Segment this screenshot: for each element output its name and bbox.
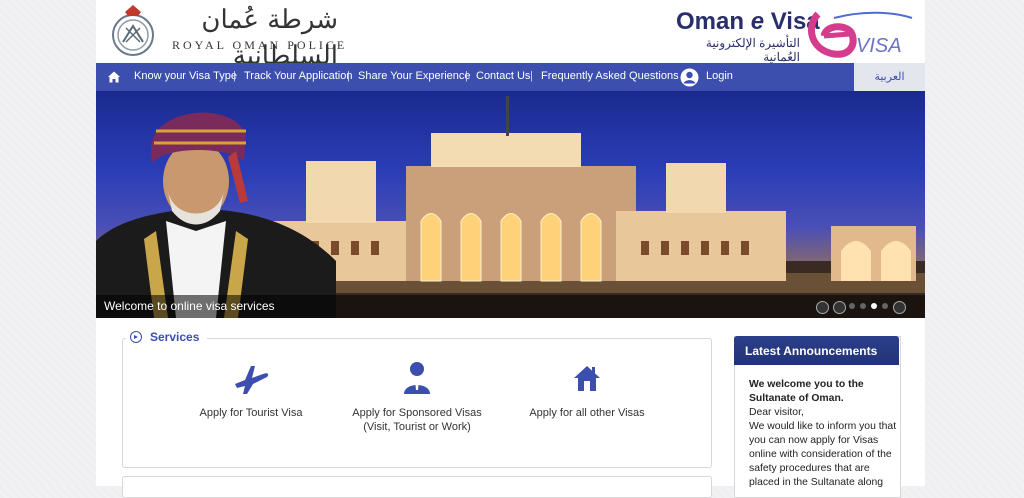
nav-separator: | xyxy=(347,70,350,82)
services-heading: Services xyxy=(126,328,208,346)
nav-item-faq[interactable]: Frequently Asked Questions xyxy=(541,70,679,82)
slide-dot-active[interactable] xyxy=(871,303,877,309)
airplane-icon xyxy=(235,366,269,394)
evisa-title-prefix: Oman xyxy=(676,8,751,35)
nav-item-share-experience[interactable]: Share Your Experience xyxy=(358,70,471,82)
announcement-greeting: Dear visitor, xyxy=(749,407,804,418)
secondary-panel xyxy=(122,476,712,498)
house-icon xyxy=(574,366,600,391)
evisa-logo-text: VISA xyxy=(856,35,902,57)
service-other-visas-label: Apply for all other Visas xyxy=(529,407,645,419)
site-header: شرطة عُمان السلطانية ROYAL OMAN POLICE O… xyxy=(96,0,925,71)
pause-button[interactable] xyxy=(816,301,829,314)
announcements-header: Latest Announcements xyxy=(734,336,899,365)
evisa-title-e: e xyxy=(750,8,765,35)
next-slide-button[interactable] xyxy=(893,301,906,314)
main-nav: Know your Visa Type | Track Your Applica… xyxy=(96,63,925,91)
banner-caption: Welcome to online visa services xyxy=(104,299,275,313)
rop-english-title: ROYAL OMAN POLICE xyxy=(172,38,348,52)
nav-separator: | xyxy=(530,70,533,82)
evisa-arabic-title: التأشيرة الإلكترونية العُمانية xyxy=(705,36,800,64)
service-sponsored-visa-label: Apply for Sponsored Visas xyxy=(352,407,482,419)
service-sponsored-visa[interactable]: Apply for Sponsored Visas (Visit, Touris… xyxy=(332,360,502,434)
language-switch-arabic[interactable]: العربية xyxy=(854,63,925,91)
home-icon[interactable] xyxy=(106,69,122,85)
slide-dot[interactable] xyxy=(849,303,855,309)
nav-item-track-application[interactable]: Track Your Application xyxy=(244,70,352,82)
nav-separator: | xyxy=(233,70,236,82)
announcements-title: Latest Announcements xyxy=(745,344,878,358)
slide-dot[interactable] xyxy=(882,303,888,309)
royal-oman-police-emblem xyxy=(112,5,154,56)
nav-separator: | xyxy=(465,70,468,82)
portrait-image xyxy=(96,112,336,318)
evisa-logo[interactable]: VISA xyxy=(804,6,916,60)
service-tourist-visa-label: Apply for Tourist Visa xyxy=(199,407,303,419)
page-container: شرطة عُمان السلطانية ROYAL OMAN POLICE O… xyxy=(96,0,925,498)
nav-item-visa-type[interactable]: Know your Visa Type xyxy=(134,70,237,82)
user-icon[interactable] xyxy=(680,68,699,87)
announcement-content: We welcome you to the Sultanate of Oman.… xyxy=(749,378,899,490)
banner-caption-bar: Welcome to online visa services xyxy=(96,295,925,318)
service-sponsored-visa-sublabel: (Visit, Tourist or Work) xyxy=(363,421,471,433)
person-icon xyxy=(404,362,430,394)
hero-banner: Welcome to online visa services xyxy=(96,91,925,318)
nav-item-contact-us[interactable]: Contact Us xyxy=(476,70,530,82)
evisa-title[interactable]: Oman e Visa xyxy=(676,8,820,36)
service-other-visas[interactable]: Apply for all other Visas xyxy=(502,360,672,420)
services-title: Services xyxy=(150,330,200,344)
service-tourist-visa[interactable]: Apply for Tourist Visa xyxy=(166,360,336,420)
announcement-body: We would like to inform you that you can… xyxy=(749,421,897,488)
rop-arabic-title: شرطة عُمان السلطانية xyxy=(201,5,338,71)
login-link[interactable]: Login xyxy=(706,70,733,82)
prev-slide-button[interactable] xyxy=(833,301,846,314)
chevron-circle-icon xyxy=(130,331,142,343)
slide-dot[interactable] xyxy=(860,303,866,309)
banner-image xyxy=(96,96,925,318)
announcement-heading: We welcome you to the Sultanate of Oman. xyxy=(749,379,864,404)
